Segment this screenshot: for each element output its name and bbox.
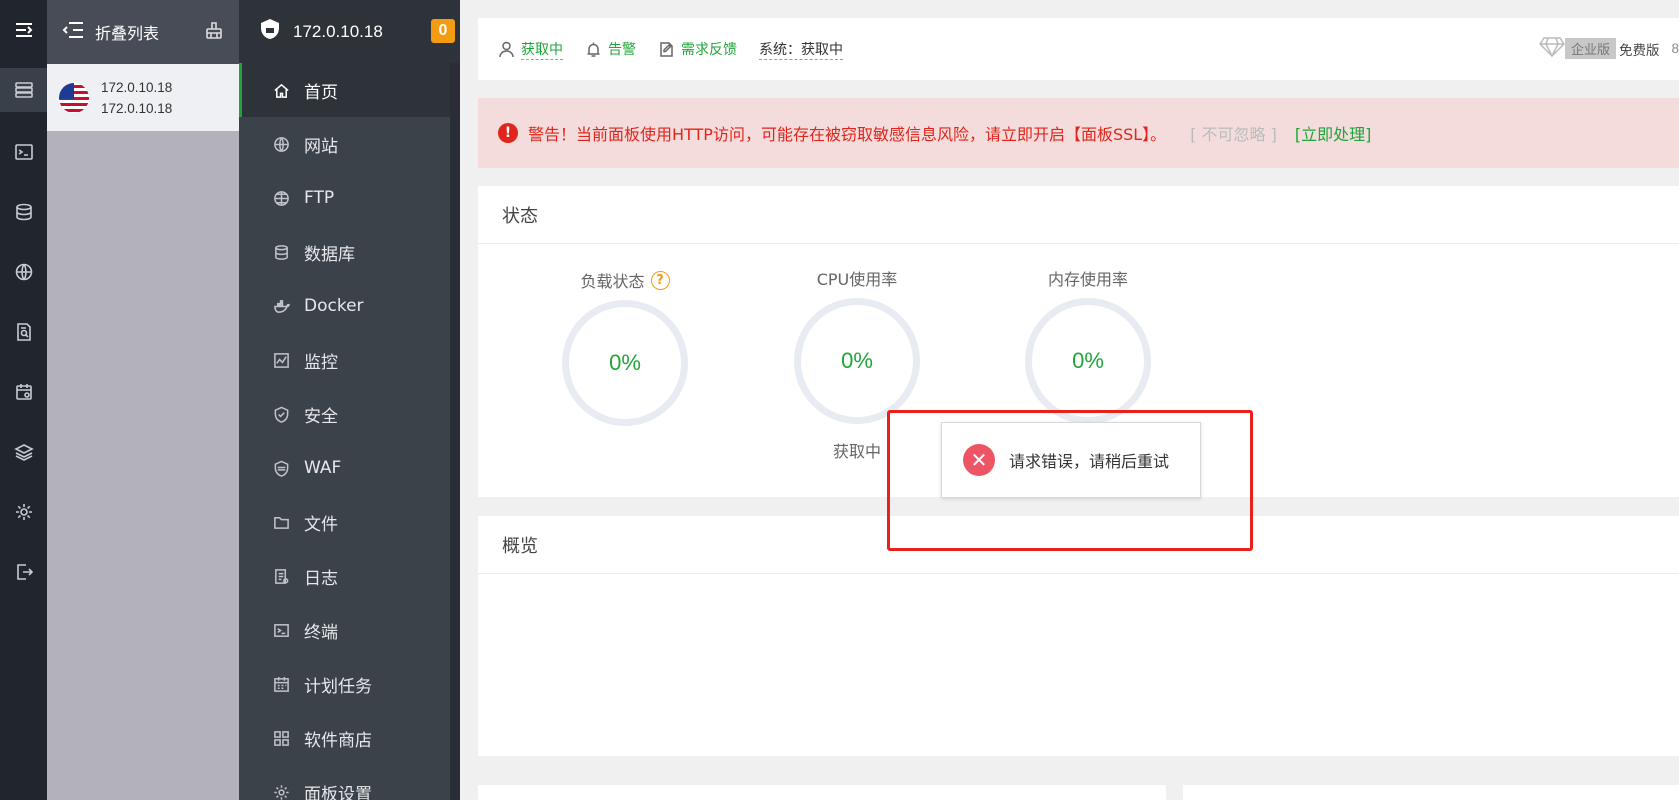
server-list-header: 折叠列表 [47, 0, 239, 64]
server-address: 172.0.10.18 [101, 100, 173, 116]
gear-icon [274, 784, 289, 800]
panel-logo-icon [259, 18, 281, 45]
server-list-title[interactable]: 折叠列表 [95, 20, 159, 44]
nav-item-waf[interactable]: WAF [239, 441, 460, 495]
grid-icon [274, 730, 289, 746]
home-icon [274, 83, 289, 98]
help-icon[interactable]: ? [650, 270, 670, 290]
database-icon [275, 244, 288, 260]
docker-icon [274, 299, 290, 313]
nav-item-database[interactable]: 数据库 [239, 225, 460, 279]
gear-icon[interactable] [0, 490, 47, 534]
load-gauge-value: 0% [609, 350, 641, 375]
nav-item-app-store[interactable]: 软件商店 [239, 711, 460, 765]
server-list-icon[interactable] [0, 68, 47, 112]
server-list-panel: 折叠列表 172.0.10.18 172.0.10.18 [47, 0, 239, 800]
server-name: 172.0.10.18 [101, 79, 173, 95]
server-list-item[interactable]: 172.0.10.18 172.0.10.18 [47, 64, 239, 131]
overview-card: 概览 [478, 516, 1679, 756]
nav-item-terminal[interactable]: 终端 [239, 603, 460, 657]
memory-gauge-label: 内存使用率 [1047, 270, 1128, 289]
message-badge[interactable]: 0 [431, 19, 455, 43]
main-content: 获取中 告警 需求反馈 系统：获取中 企业版 免费版 8 ! 警告！当前面板使用… [460, 0, 1679, 800]
ignore-link: [ 不可忽略 ] [1190, 125, 1277, 144]
menu-icon[interactable] [0, 8, 47, 52]
nav-header: 172.0.10.18 0 [239, 0, 460, 63]
edition-info: 企业版 免费版 8 [1539, 36, 1679, 61]
file-search-icon[interactable] [0, 310, 47, 354]
cpu-gauge-label: CPU使用率 [816, 270, 898, 289]
monitor-icon [274, 352, 289, 368]
main-nav: 172.0.10.18 0 首页 网站 FTP 数据库 Docker 监控 安全… [239, 0, 460, 800]
terminal-icon [274, 623, 289, 637]
feedback-link[interactable]: 需求反馈 [658, 39, 737, 59]
cpu-gauge-value: 0% [841, 348, 873, 373]
calendar-icon [274, 676, 289, 692]
log-icon [275, 568, 289, 584]
alarm-link[interactable]: 告警 [585, 39, 636, 59]
bottom-card-left [478, 785, 1166, 800]
load-gauge-label: 负载状态 [580, 272, 645, 291]
truncated-text: 8 [1671, 41, 1679, 56]
terminal-icon[interactable] [0, 130, 47, 174]
alert-message: 警告！当前面板使用HTTP访问，可能存在被窃取敏感信息风险，请立即开启【面板SS… [528, 125, 1167, 144]
host-ip: 172.0.10.18 [293, 21, 383, 41]
memory-gauge[interactable]: 内存使用率 0% [1013, 266, 1163, 424]
user-status[interactable]: 获取中 [498, 39, 563, 60]
alarm-icon [587, 42, 600, 57]
nav-item-website[interactable]: 网站 [239, 117, 460, 171]
nav-item-docker[interactable]: Docker [239, 279, 460, 333]
nav-item-cron[interactable]: 计划任务 [239, 657, 460, 711]
icon-rail [0, 0, 47, 800]
load-gauge[interactable]: 负载状态 ? 0% [550, 268, 700, 426]
waf-icon [274, 460, 289, 477]
system-value: 获取中 [801, 40, 843, 57]
globe-icon [274, 136, 289, 152]
ssl-warning-alert: ! 警告！当前面板使用HTTP访问，可能存在被窃取敏感信息风险，请立即开启【面板… [478, 98, 1679, 168]
collapse-list-icon[interactable] [61, 18, 85, 47]
status-title: 状态 [478, 186, 1679, 244]
highlight-box [887, 410, 1253, 551]
calendar-icon[interactable] [0, 370, 47, 414]
nav-item-panel-settings[interactable]: 面板设置 [239, 765, 460, 800]
load-gauge-ring: 0% [562, 300, 688, 426]
us-flag-icon [59, 82, 89, 113]
warning-icon: ! [498, 123, 518, 143]
free-edition-label: 免费版 [1618, 42, 1660, 58]
nav-item-home[interactable]: 首页 [239, 63, 460, 117]
top-bar: 获取中 告警 需求反馈 系统：获取中 企业版 免费版 8 [478, 18, 1679, 80]
layers-icon[interactable] [0, 430, 47, 474]
ftp-icon [274, 190, 289, 206]
nav-scrollbar[interactable] [450, 63, 460, 800]
system-label: 系统： [759, 40, 801, 57]
database-icon[interactable] [0, 190, 47, 234]
bottom-card-right [1183, 785, 1679, 800]
shield-icon [274, 406, 289, 423]
memory-gauge-value: 0% [1072, 348, 1104, 373]
folder-icon [274, 516, 289, 529]
globe-icon[interactable] [0, 250, 47, 294]
cpu-gauge-ring: 0% [794, 298, 920, 424]
clean-icon[interactable] [203, 19, 225, 46]
enterprise-badge[interactable]: 企业版 [1564, 38, 1616, 59]
nav-item-monitor[interactable]: 监控 [239, 333, 460, 387]
nav-item-logs[interactable]: 日志 [239, 549, 460, 603]
user-icon [499, 41, 514, 57]
logout-icon[interactable] [0, 550, 47, 594]
nav-item-ftp[interactable]: FTP [239, 171, 460, 225]
handle-now-link[interactable]: [立即处理] [1295, 121, 1372, 145]
edit-icon [660, 41, 673, 57]
system-info: 系统：获取中 [759, 39, 843, 60]
memory-gauge-ring: 0% [1025, 298, 1151, 424]
nav-item-files[interactable]: 文件 [239, 495, 460, 549]
nav-item-security[interactable]: 安全 [239, 387, 460, 441]
